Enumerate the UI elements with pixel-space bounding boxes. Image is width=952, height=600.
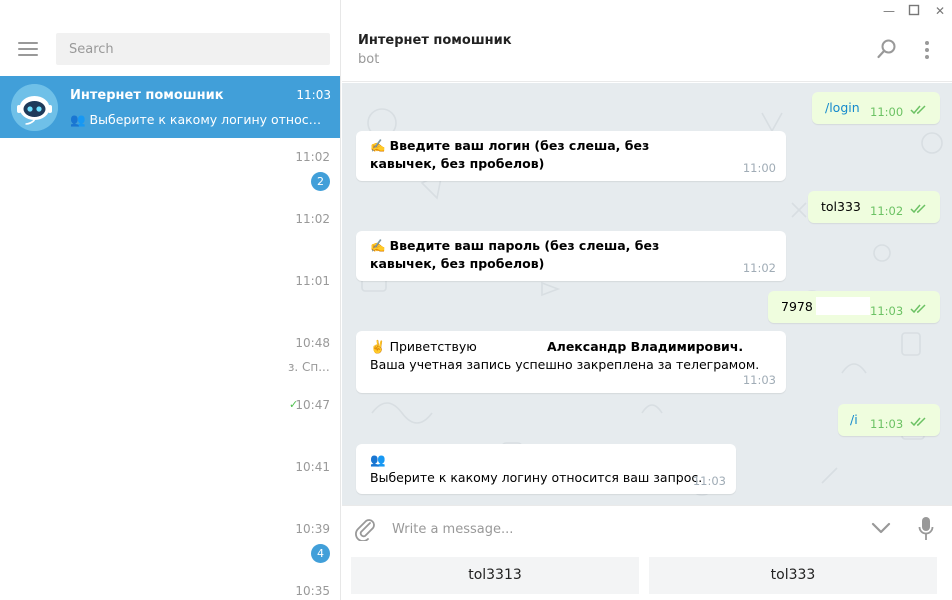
search-input[interactable] [56, 33, 330, 65]
message-incoming[interactable]: ✍️ Введите ваш пароль (без слеша, без ка… [356, 231, 786, 281]
chat-item-active[interactable]: Интернет помошник 11:03 👥 Выберите к как… [0, 76, 340, 138]
message-time: 11:02 [742, 261, 776, 275]
chat-time: 10:47 [295, 398, 330, 412]
message-input[interactable] [392, 516, 852, 542]
message-incoming[interactable]: 👥 Выберите к какому логину относится ваш… [356, 444, 736, 494]
message-time: 11:02 [870, 204, 904, 218]
keyboard-button-tol333[interactable]: tol333 [649, 557, 937, 594]
close-icon[interactable]: ✕ [933, 4, 947, 18]
sidebar: Интернет помошник 11:03 👥 Выберите к как… [0, 0, 341, 600]
window-title-bar: — ✕ [342, 0, 952, 22]
chat-preview-snippet: з. Сп... [288, 360, 330, 374]
redacted-block [816, 297, 870, 315]
double-check-icon [910, 304, 926, 314]
chat-subtitle: bot [358, 52, 380, 67]
message-text: ✍️ Введите ваш пароль (без слеша, без ка… [370, 238, 660, 271]
attach-icon[interactable] [354, 517, 376, 541]
writing-hand-icon: ✍️ [370, 138, 386, 153]
message-outgoing[interactable]: 7978 11:03 [768, 291, 940, 323]
message-incoming[interactable]: ✍️ Введите ваш логин (без слеша, без кав… [356, 131, 786, 181]
writing-hand-icon: ✍️ [370, 238, 386, 253]
menu-icon[interactable] [18, 42, 38, 56]
chat-time: 11:03 [296, 88, 331, 102]
chat-time: 10:41 [295, 460, 330, 474]
chat-panel: — ✕ Интернет помошник bot /login 11:00 ✍… [342, 0, 952, 600]
message-time: 11:03 [742, 373, 776, 387]
message-time: 11:00 [742, 161, 776, 175]
search-icon[interactable] [876, 38, 898, 60]
chat-time: 11:02 [295, 212, 330, 226]
chat-time: 10:35 [295, 584, 330, 598]
message-line: Ваша учетная запись успешно закреплена з… [370, 357, 760, 372]
unread-badge: 2 [311, 172, 330, 191]
group-icon: 👥 [370, 452, 386, 467]
chat-time: 10:39 [295, 522, 330, 536]
bot-avatar [11, 84, 58, 131]
double-check-icon [910, 105, 926, 115]
double-check-icon [910, 204, 926, 214]
message-text: Выберите к какому логину относится ваш з… [370, 470, 703, 485]
bot-keyboard: tol3313 tol333 [342, 550, 952, 600]
message-outgoing[interactable]: /login 11:00 [812, 92, 940, 124]
chat-time: 10:48 [295, 336, 330, 350]
chat-time: 11:02 [295, 150, 330, 164]
message-line: ✌️ Приветствую [370, 339, 477, 354]
telegram-window: Интернет помошник 11:03 👥 Выберите к как… [0, 0, 952, 600]
chevron-down-icon[interactable] [870, 520, 892, 536]
message-time: 11:03 [692, 474, 726, 488]
unread-badge: 4 [311, 544, 330, 563]
message-list[interactable]: /login 11:00 ✍️ Введите ваш логин (без с… [342, 83, 952, 505]
chat-time: 11:01 [295, 274, 330, 288]
message-time: 11:03 [870, 417, 904, 431]
keyboard-button-tol3313[interactable]: tol3313 [351, 557, 639, 594]
message-incoming[interactable]: ✌️ Приветствую Александр Владимирович. В… [356, 331, 786, 393]
chat-name: Интернет помошник [70, 88, 224, 103]
group-icon: 👥 [70, 112, 90, 127]
more-icon[interactable] [920, 38, 934, 62]
user-name: Александр Владимирович. [547, 339, 744, 354]
message-text: 7978 [781, 299, 813, 314]
message-time: 11:00 [870, 105, 904, 119]
chat-header: Интернет помошник bot [342, 22, 952, 82]
maximize-icon[interactable] [907, 4, 921, 18]
message-text: ✍️ Введите ваш логин (без слеша, без кав… [370, 138, 650, 171]
chat-preview: 👥 Выберите к какому логину относит... [70, 112, 328, 127]
message-composer [342, 505, 952, 550]
message-time: 11:03 [870, 304, 904, 318]
victory-hand-icon: ✌️ [370, 339, 386, 354]
message-text[interactable]: /login [825, 99, 860, 117]
chat-title[interactable]: Интернет помошник [358, 33, 512, 48]
mic-icon[interactable] [918, 516, 934, 542]
message-outgoing[interactable]: /i 11:03 [838, 404, 940, 436]
double-check-icon [910, 417, 926, 427]
message-text: tol333 [821, 199, 861, 214]
message-outgoing[interactable]: tol333 11:02 [808, 191, 940, 223]
minimize-icon[interactable]: — [882, 4, 896, 18]
message-text[interactable]: /i [850, 411, 858, 429]
